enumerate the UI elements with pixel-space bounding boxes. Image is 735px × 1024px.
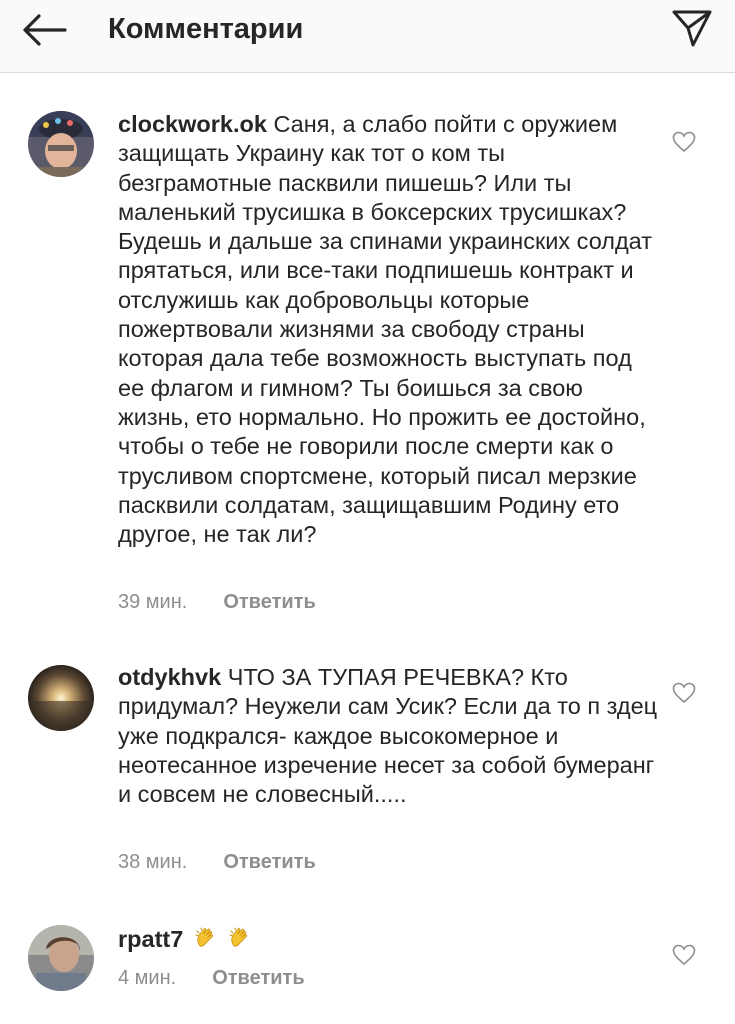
reply-button[interactable]: Ответить <box>223 851 315 874</box>
comment-message: Саня, а слабо пойти с оружием защищать У… <box>118 111 652 548</box>
heart-icon <box>672 944 696 966</box>
comment-time: 38 мин. <box>118 851 188 873</box>
comment-meta: 38 мин. Ответить <box>118 851 316 874</box>
paper-plane-icon <box>672 10 712 47</box>
top-bar: Комментарии <box>0 0 735 73</box>
page-title: Комментарии <box>108 13 304 45</box>
comment-meta: 39 мин. Ответить <box>118 591 316 614</box>
clapping-hands-emoji <box>190 926 225 952</box>
comment-text: otdykhvk ЧТО ЗА ТУПАЯ РЕЧЕВКА? Кто приду… <box>118 663 658 809</box>
heart-icon <box>672 131 696 153</box>
comment-time: 39 мин. <box>118 591 188 613</box>
comment-text: clockwork.ok Саня, а слабо пойти с оружи… <box>118 110 658 549</box>
like-button[interactable] <box>670 942 698 968</box>
reply-button[interactable]: Ответить <box>212 967 304 990</box>
arrow-left-icon <box>23 14 67 46</box>
like-button[interactable] <box>670 680 698 706</box>
clapping-hands-emoji <box>224 926 252 952</box>
avatar[interactable] <box>28 925 94 991</box>
comment-username[interactable]: clockwork.ok <box>118 111 267 137</box>
share-button[interactable] <box>669 8 715 48</box>
comment-text: rpatt7 <box>118 925 658 954</box>
avatar[interactable] <box>28 665 94 731</box>
comment-time: 4 мин. <box>118 967 177 989</box>
avatar[interactable] <box>28 111 94 177</box>
comment-username[interactable]: otdykhvk <box>118 664 221 690</box>
comment-meta: 4 мин. Ответить <box>118 967 305 990</box>
reply-button[interactable]: Ответить <box>223 591 315 614</box>
back-button[interactable] <box>18 10 70 50</box>
comment-username[interactable]: rpatt7 <box>118 926 183 952</box>
heart-icon <box>672 682 696 704</box>
like-button[interactable] <box>670 129 698 155</box>
